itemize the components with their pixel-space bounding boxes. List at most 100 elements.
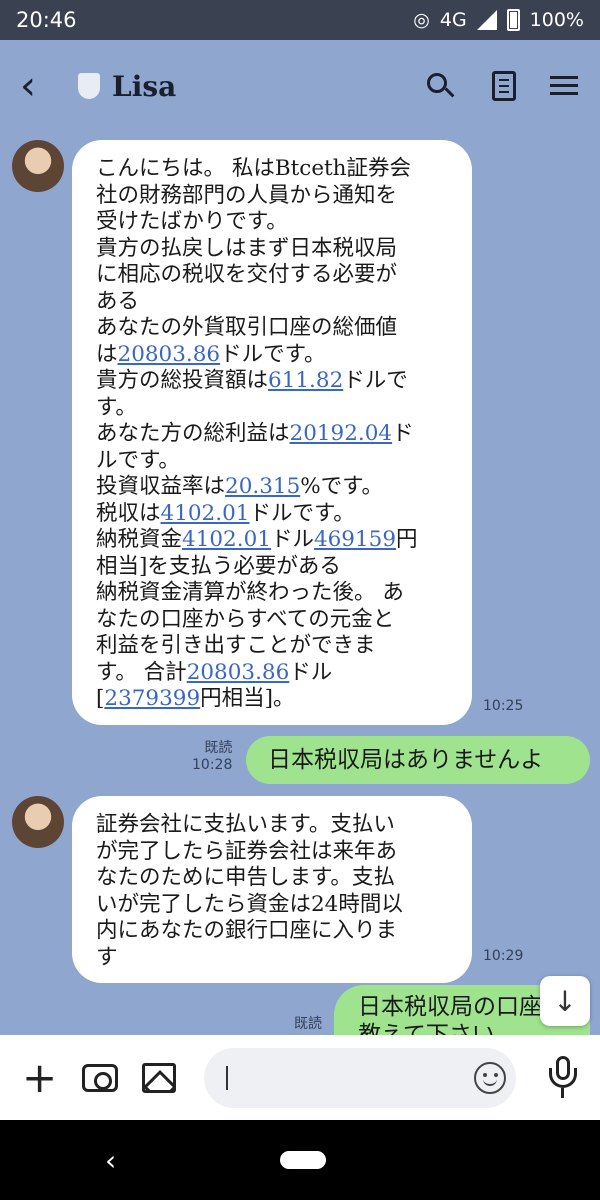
- number-link[interactable]: 2379399: [104, 686, 200, 711]
- message-text: 円相当]。: [200, 686, 295, 711]
- message-line: 社の財務部門の人員から通知を: [96, 183, 450, 210]
- chat-header: ‹ Lisa: [0, 40, 600, 132]
- message-line: 相当]を支払う必要がある: [96, 554, 450, 581]
- message-line: は20803.86ドルです。: [96, 342, 450, 369]
- system-nav-bar: ‹: [0, 1120, 600, 1200]
- outgoing-message[interactable]: 日本税収局はありませんよ: [246, 736, 590, 784]
- message-text: こんにちは。 私はBtceth証券会: [96, 156, 412, 181]
- contact-name[interactable]: Lisa: [112, 70, 176, 103]
- message-text: 受けたばかりです。: [96, 209, 288, 234]
- message-text: ド: [392, 421, 414, 446]
- message-text: あなたの外貨取引口座の総価値: [96, 315, 398, 340]
- search-icon[interactable]: [425, 71, 455, 101]
- message-line: 税収は4102.01ドルです。: [96, 501, 450, 528]
- message-line: [2379399円相当]。: [96, 686, 450, 713]
- message-text: %です。: [300, 474, 384, 499]
- message-text: ルです。: [96, 447, 180, 473]
- message-text: ドルです。: [220, 341, 326, 367]
- message-line: す: [96, 945, 450, 972]
- message-text: 納税資金: [96, 527, 183, 552]
- signal-icon: [476, 10, 497, 30]
- message-line: に相応の税収を交付する必要が: [96, 262, 450, 289]
- network-type: 4G: [439, 9, 467, 31]
- message-text: いが完了したら資金は24時間以: [96, 891, 403, 917]
- camera-icon[interactable]: [82, 1063, 118, 1092]
- message-time: 10:25: [483, 698, 524, 714]
- message-text: 貴方の総投資額は: [96, 368, 269, 393]
- nav-back-icon[interactable]: ‹: [105, 1144, 116, 1177]
- emoji-icon[interactable]: [474, 1061, 506, 1094]
- message-line: ある: [96, 289, 450, 316]
- message-line: あなた方の総利益は20192.04ド: [96, 421, 450, 448]
- microphone-icon[interactable]: [548, 1055, 578, 1100]
- message-text: なたの口座からすべての元金と: [96, 606, 395, 632]
- message-line: ルです。: [96, 448, 450, 475]
- message-text: 税収は: [96, 500, 161, 526]
- message-text: 相当]を支払う必要がある: [96, 553, 341, 579]
- battery-level: 100%: [529, 9, 584, 31]
- message-text: 円: [396, 527, 418, 552]
- message-text: ドル: [270, 527, 314, 552]
- read-receipt: 既読: [294, 1016, 322, 1032]
- scroll-down-button[interactable]: ↓: [540, 976, 590, 1026]
- message-text: 証券会社に支払います。支払い: [96, 812, 395, 837]
- message-line: 証券会社に支払います。支払い: [96, 812, 450, 839]
- message-line: 投資収益率は20.315%です。: [96, 474, 450, 501]
- number-link[interactable]: 20803.86: [187, 660, 290, 685]
- message-time: 10:29: [483, 948, 524, 964]
- number-link[interactable]: 4102.01: [182, 527, 271, 552]
- number-link[interactable]: 20803.86: [118, 342, 221, 367]
- message-text: ドル: [289, 659, 333, 685]
- incoming-message[interactable]: こんにちは。 私はBtceth証券会 社の財務部門の人員から通知を 受けたばかりです…: [72, 140, 472, 725]
- message-text: ある: [96, 288, 140, 314]
- message-line: 受けたばかりです。: [96, 209, 450, 236]
- message-line: いが完了したら資金は24時間以: [96, 892, 450, 919]
- number-link[interactable]: 611.82: [268, 368, 343, 393]
- message-text: は: [96, 341, 118, 367]
- image-icon[interactable]: [142, 1062, 176, 1093]
- message-line: こんにちは。 私はBtceth証券会: [96, 156, 450, 183]
- input-bar: +: [0, 1035, 600, 1120]
- message-text: す。: [96, 394, 137, 420]
- message-line: 貴方の払戻しはまず日本税収局: [96, 236, 450, 263]
- message-text: す: [96, 944, 118, 970]
- plus-icon[interactable]: +: [22, 1056, 66, 1099]
- menu-icon[interactable]: [550, 71, 580, 101]
- message-line: す。: [96, 395, 450, 422]
- arrow-down-icon: ↓: [553, 984, 577, 1018]
- status-bar: 20:46 ◎ 4G 100%: [0, 0, 600, 40]
- hotspot-icon: ◎: [413, 9, 430, 31]
- number-link[interactable]: 20.315: [225, 474, 300, 499]
- message-line: が完了したら証券会社は来年あ: [96, 839, 450, 866]
- message-line: なたのために申告します。支払: [96, 865, 450, 892]
- status-time: 20:46: [16, 8, 77, 32]
- status-icons: ◎ 4G 100%: [413, 9, 584, 31]
- notes-icon[interactable]: [492, 71, 516, 101]
- message-text: 納税資金清算が終わった後。 あ: [96, 580, 404, 605]
- message-text: 内にあなたの銀行口座に入りま: [96, 918, 398, 943]
- avatar[interactable]: [12, 796, 64, 848]
- message-text: ドルです。: [249, 500, 355, 526]
- message-text: す。 合計: [96, 659, 187, 685]
- nav-home-button[interactable]: [280, 1151, 326, 1169]
- message-text: 投資収益率は: [96, 474, 226, 499]
- number-link[interactable]: 4102.01: [161, 501, 250, 526]
- message-text: 社の財務部門の人員から通知を: [96, 182, 398, 208]
- battery-icon: [506, 9, 520, 31]
- message-line: なたの口座からすべての元金と: [96, 607, 450, 634]
- back-icon[interactable]: ‹: [20, 66, 60, 106]
- incoming-message[interactable]: 証券会社に支払います。支払い が完了したら証券会社は来年あ なたのために申告します。…: [72, 796, 472, 983]
- shield-icon: [78, 73, 100, 99]
- message-text: が完了したら証券会社は来年あ: [96, 838, 398, 864]
- message-line: 納税資金4102.01ドル469159円: [96, 527, 450, 554]
- chat-area[interactable]: こんにちは。 私はBtceth証券会 社の財務部門の人員から通知を 受けたばかりです…: [0, 132, 600, 1035]
- text-cursor: [226, 1065, 228, 1090]
- message-line: 貴方の総投資額は611.82ドルで: [96, 368, 450, 395]
- number-link[interactable]: 469159: [314, 527, 396, 552]
- number-link[interactable]: 20192.04: [290, 421, 393, 446]
- read-receipt: 既読 10:28: [192, 740, 233, 773]
- avatar[interactable]: [12, 140, 64, 192]
- message-input[interactable]: [204, 1047, 516, 1108]
- message-text: に相応の税収を交付する必要が: [96, 262, 398, 287]
- message-text: なたのために申告します。支払: [96, 865, 395, 890]
